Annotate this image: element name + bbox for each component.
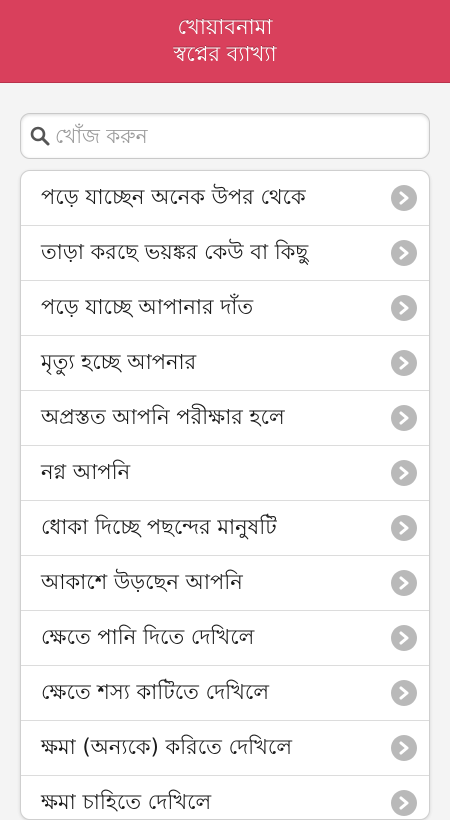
search-input[interactable] — [55, 116, 415, 156]
chevron-right-icon — [391, 735, 417, 761]
app-title: খোয়াবনামা — [178, 14, 273, 41]
list-item[interactable]: ক্ষমা (অন্যকে) করিতে দেখিলে — [21, 721, 429, 776]
list-item-label: ক্ষমা (অন্যকে) করিতে দেখিলে — [41, 731, 292, 766]
list-item-label: আকাশে উড়ছেন আপনি — [41, 566, 243, 601]
list-item[interactable]: ক্ষেতে পানি দিতে দেখিলে — [21, 611, 429, 666]
chevron-right-icon — [391, 185, 417, 211]
list-item[interactable]: ক্ষমা চাহিতে দেখিলে — [21, 776, 429, 820]
list-item-label: নগ্ন আপনি — [41, 456, 130, 491]
search-bar[interactable] — [20, 113, 430, 159]
list-item-label: ধোকা দিচ্ছে পছন্দের মানুষটি — [41, 511, 277, 546]
chevron-right-icon — [391, 680, 417, 706]
list-item[interactable]: আকাশে উড়ছেন আপনি — [21, 556, 429, 611]
list-item[interactable]: ধোকা দিচ্ছে পছন্দের মানুষটি — [21, 501, 429, 556]
chevron-right-icon — [391, 240, 417, 266]
list-item[interactable]: পড়ে যাচ্ছে আপানার দাঁত — [21, 281, 429, 336]
app-subtitle: স্বপ্নের ব্যাখ্যা — [173, 41, 276, 68]
search-icon — [29, 125, 51, 147]
list-item-label: তাড়া করছে ভয়ঙ্কর কেউ বা কিছু — [41, 236, 308, 271]
list-item[interactable]: অপ্রস্তত আপনি পরীক্ষার হলে — [21, 391, 429, 446]
app-header: খোয়াবনামা স্বপ্নের ব্যাখ্যা — [0, 0, 450, 83]
chevron-right-icon — [391, 295, 417, 321]
list-item-label: পড়ে যাচ্ছেন অনেক উপর থেকে — [41, 181, 306, 216]
list-item[interactable]: তাড়া করছে ভয়ঙ্কর কেউ বা কিছু — [21, 226, 429, 281]
chevron-right-icon — [391, 405, 417, 431]
chevron-right-icon — [391, 790, 417, 816]
list-item-label: অপ্রস্তত আপনি পরীক্ষার হলে — [41, 401, 285, 436]
list-item-label: ক্ষেতে শস্য কাটিতে দেখিলে — [41, 676, 269, 711]
chevron-right-icon — [391, 570, 417, 596]
list-item-label: পড়ে যাচ্ছে আপানার দাঁত — [41, 291, 253, 326]
list-item[interactable]: পড়ে যাচ্ছেন অনেক উপর থেকে — [21, 171, 429, 226]
list-item[interactable]: নগ্ন আপনি — [21, 446, 429, 501]
chevron-right-icon — [391, 625, 417, 651]
list-item-label: মৃত্যু হচ্ছে আপনার — [41, 346, 196, 381]
list-item[interactable]: ক্ষেতে শস্য কাটিতে দেখিলে — [21, 666, 429, 721]
dream-list: পড়ে যাচ্ছেন অনেক উপর থেকে তাড়া করছে ভয… — [20, 170, 430, 820]
list-item-label: ক্ষমা চাহিতে দেখিলে — [41, 786, 211, 820]
chevron-right-icon — [391, 350, 417, 376]
chevron-right-icon — [391, 460, 417, 486]
list-item-label: ক্ষেতে পানি দিতে দেখিলে — [41, 621, 254, 656]
chevron-right-icon — [391, 515, 417, 541]
list-item[interactable]: মৃত্যু হচ্ছে আপনার — [21, 336, 429, 391]
